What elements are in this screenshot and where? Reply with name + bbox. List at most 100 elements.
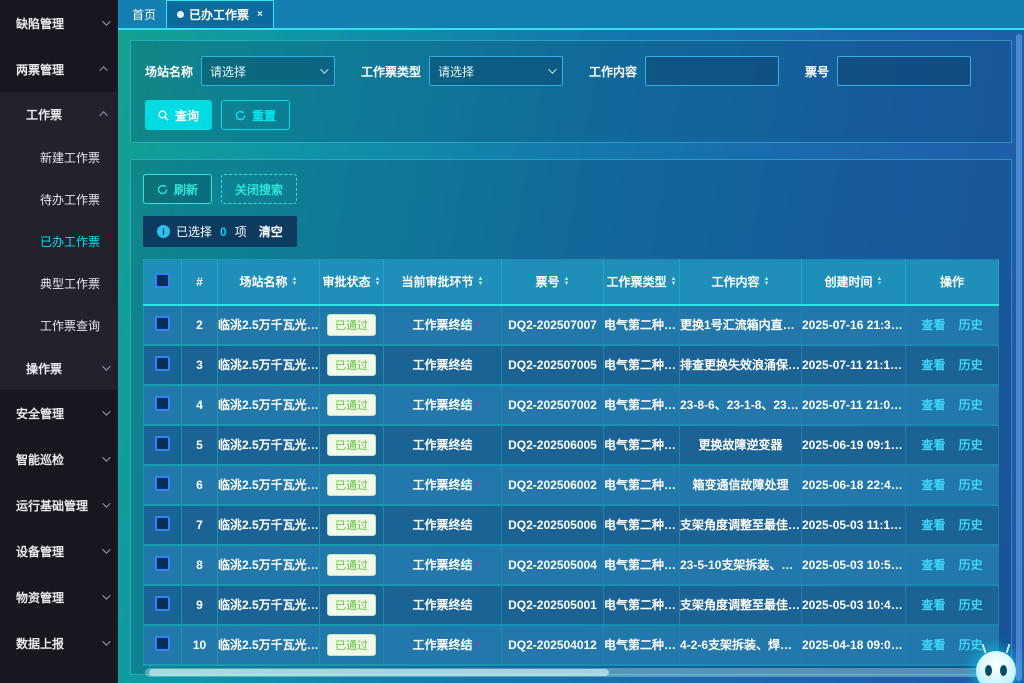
horizontal-scrollbar[interactable]	[145, 668, 997, 677]
view-link[interactable]: 查看	[916, 598, 950, 612]
work-content-cell: 更换故障逆变器	[680, 425, 802, 465]
sort-icon[interactable]: ▲▼	[671, 277, 677, 287]
view-link[interactable]: 查看	[916, 358, 950, 372]
chevron-down-icon	[102, 407, 110, 415]
station-name-cell: 临洮2.5万千瓦光伏电...	[218, 425, 320, 465]
row-checkbox[interactable]	[155, 556, 170, 571]
sidebar-submenu-work-ticket: 工作票 新建工作票 待办工作票 已办工作票 典型工作票 工作票查询 操作票	[0, 92, 118, 390]
sidebar-item-equipment-management[interactable]: 设备管理	[0, 528, 118, 574]
row-checkbox[interactable]	[155, 636, 170, 651]
query-button[interactable]: 查询	[145, 100, 212, 130]
sidebar-item-label: 缺陷管理	[16, 15, 64, 32]
sidebar-item-work-ticket-query[interactable]: 工作票查询	[0, 304, 118, 346]
ticket-no-cell: DQ2-202507005	[502, 345, 604, 385]
table-row: 6 临洮2.5万千瓦光伏电... 已通过 工作票终结 DQ2-202506002…	[144, 465, 999, 505]
sort-icon[interactable]: ▲▼	[564, 277, 570, 287]
sort-icon[interactable]: ▲▼	[292, 277, 298, 287]
work-content-cell: 支架角度调整至最佳角度	[680, 505, 802, 545]
selected-count: 0	[218, 225, 229, 239]
view-link[interactable]: 查看	[916, 478, 950, 492]
sidebar-item-material-management[interactable]: 物资管理	[0, 574, 118, 620]
sort-icon[interactable]: ▲▼	[764, 277, 770, 287]
work-content-input[interactable]	[645, 56, 779, 86]
clear-selection-link[interactable]: 清空	[259, 223, 283, 240]
history-link[interactable]: 历史	[954, 558, 988, 572]
created-time-cell: 2025-07-11 21:10:27	[802, 345, 906, 385]
close-icon[interactable]: ×	[257, 9, 263, 20]
reset-button[interactable]: 重置	[221, 100, 290, 130]
history-link[interactable]: 历史	[954, 598, 988, 612]
ticket-type-select[interactable]: 请选择	[429, 56, 563, 86]
row-index: 3	[182, 345, 218, 385]
sidebar-item-work-ticket[interactable]: 工作票	[0, 92, 118, 136]
approval-step-cell: 工作票终结	[384, 505, 502, 545]
sidebar-item-smart-inspection[interactable]: 智能巡检	[0, 436, 118, 482]
chevron-down-icon	[320, 65, 328, 73]
actions-cell: 查看 历史	[906, 505, 999, 545]
sidebar-item-safety-management[interactable]: 安全管理	[0, 390, 118, 436]
row-checkbox[interactable]	[155, 436, 170, 451]
table-row: 9 临洮2.5万千瓦光伏电... 已通过 工作票终结 DQ2-202505001…	[144, 585, 999, 625]
close-search-button[interactable]: 关闭搜索	[221, 174, 297, 204]
row-index: 9	[182, 585, 218, 625]
view-link[interactable]: 查看	[916, 318, 950, 332]
created-time-cell: 2025-06-18 22:40:36	[802, 465, 906, 505]
row-checkbox[interactable]	[155, 596, 170, 611]
ticket-no-input[interactable]	[837, 56, 971, 86]
sidebar-item-new-work-ticket[interactable]: 新建工作票	[0, 136, 118, 178]
sidebar-item-defect-management[interactable]: 缺陷管理	[0, 0, 118, 46]
history-link[interactable]: 历史	[954, 358, 988, 372]
history-link[interactable]: 历史	[954, 478, 988, 492]
row-checkbox[interactable]	[155, 516, 170, 531]
sidebar-item-two-ticket-management[interactable]: 两票管理	[0, 46, 118, 92]
assistant-robot-icon[interactable]	[976, 651, 1016, 683]
horizontal-scrollbar-thumb[interactable]	[149, 669, 609, 676]
row-checkbox[interactable]	[155, 316, 170, 331]
history-link[interactable]: 历史	[954, 318, 988, 332]
status-badge: 已通过	[327, 314, 376, 336]
sidebar-item-label: 操作票	[26, 360, 62, 377]
station-name-cell: 临洮2.5万千瓦光伏电...	[218, 345, 320, 385]
sidebar-item-data-reporting[interactable]: 数据上报	[0, 620, 118, 666]
history-link[interactable]: 历史	[954, 438, 988, 452]
history-link[interactable]: 历史	[954, 398, 988, 412]
view-link[interactable]: 查看	[916, 518, 950, 532]
row-checkbox[interactable]	[155, 396, 170, 411]
sidebar-item-typical-work-ticket[interactable]: 典型工作票	[0, 262, 118, 304]
view-link[interactable]: 查看	[916, 558, 950, 572]
refresh-button[interactable]: 刷新	[143, 174, 212, 204]
column-header-status: 审批状态	[323, 273, 371, 290]
sort-icon[interactable]: ▲▼	[877, 277, 883, 287]
row-index: 10	[182, 625, 218, 665]
sort-icon[interactable]: ▲▼	[478, 277, 484, 287]
row-index: 7	[182, 505, 218, 545]
created-time-cell: 2025-04-18 09:04:06	[802, 625, 906, 665]
station-name-cell: 临洮2.5万千瓦光伏电...	[218, 585, 320, 625]
sidebar-item-label: 典型工作票	[40, 275, 100, 292]
tab-home[interactable]: 首页	[122, 0, 166, 28]
sidebar-item-todo-work-ticket[interactable]: 待办工作票	[0, 178, 118, 220]
tab-label: 首页	[132, 6, 156, 23]
tab-done-work-ticket[interactable]: 已办工作票 ×	[166, 0, 274, 28]
view-link[interactable]: 查看	[916, 638, 950, 652]
column-header-actions: 操作	[940, 273, 964, 290]
sidebar-item-label: 设备管理	[16, 543, 64, 560]
sidebar-item-label: 运行基础管理	[16, 497, 88, 514]
select-all-checkbox[interactable]	[155, 273, 170, 288]
station-name-cell: 临洮2.5万千瓦光伏电...	[218, 305, 320, 345]
view-link[interactable]: 查看	[916, 438, 950, 452]
station-name-select[interactable]: 请选择	[201, 56, 335, 86]
selected-suffix: 项	[235, 223, 247, 240]
column-header-step: 当前审批环节	[402, 273, 474, 290]
column-header-station: 场站名称	[240, 273, 288, 290]
sidebar-item-operation-basic-management[interactable]: 运行基础管理	[0, 482, 118, 528]
row-checkbox[interactable]	[155, 356, 170, 371]
sidebar-item-done-work-ticket[interactable]: 已办工作票	[0, 220, 118, 262]
row-checkbox[interactable]	[155, 476, 170, 491]
sidebar-item-operation-ticket[interactable]: 操作票	[0, 346, 118, 390]
sort-icon[interactable]: ▲▼	[375, 277, 381, 287]
table-row: 2 临洮2.5万千瓦光伏电... 已通过 工作票终结 DQ2-202507007…	[144, 305, 999, 345]
history-link[interactable]: 历史	[954, 518, 988, 532]
vertical-scrollbar[interactable]	[1016, 34, 1022, 681]
view-link[interactable]: 查看	[916, 398, 950, 412]
